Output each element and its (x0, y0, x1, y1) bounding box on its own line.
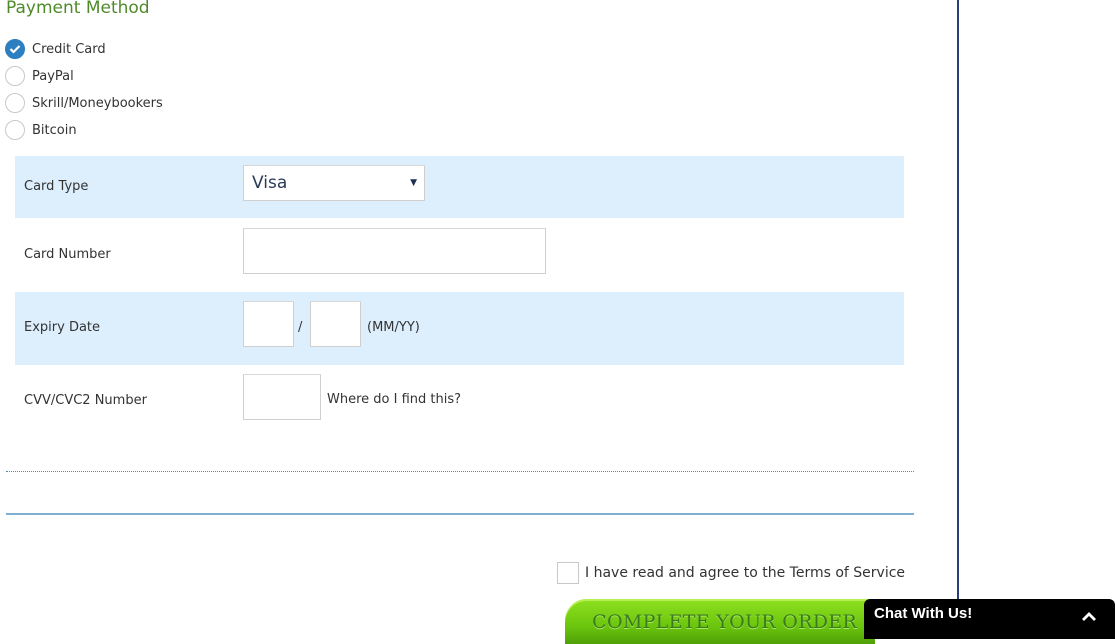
chat-widget[interactable]: Chat With Us! (864, 599, 1115, 639)
radio-label: Bitcoin (32, 122, 77, 138)
radio-label: Skrill/Moneybookers (32, 95, 163, 111)
radio-credit-card[interactable]: Credit Card (5, 38, 106, 60)
expiry-format-hint: (MM/YY) (367, 320, 420, 335)
card-type-label: Card Type (24, 179, 89, 194)
cvv-label: CVV/CVC2 Number (24, 393, 147, 408)
dropdown-arrow-icon: ▼ (410, 178, 417, 188)
card-number-label: Card Number (24, 247, 111, 262)
expiry-date-row (15, 292, 904, 365)
card-type-value: Visa (252, 173, 288, 193)
expiry-separator: / (298, 320, 303, 335)
radio-icon[interactable] (5, 66, 25, 86)
terms-checkbox[interactable] (557, 562, 579, 584)
radio-bitcoin[interactable]: Bitcoin (5, 119, 77, 141)
card-type-row (15, 156, 904, 218)
chat-label: Chat With Us! (874, 605, 973, 622)
radio-skrill[interactable]: Skrill/Moneybookers (5, 92, 163, 114)
radio-icon[interactable] (5, 120, 25, 140)
cvv-input[interactable] (243, 374, 321, 420)
radio-label: PayPal (32, 68, 74, 84)
radio-icon[interactable] (5, 93, 25, 113)
expiry-month-input[interactable] (243, 301, 294, 347)
chevron-up-icon[interactable] (1081, 607, 1097, 626)
terms-agreement: I have read and agree to the Terms of Se… (557, 562, 905, 584)
card-type-select[interactable]: Visa ▼ (243, 165, 425, 201)
terms-label: I have read and agree to the Terms of Se… (585, 565, 906, 581)
complete-order-label: COMPLETE YOUR ORDER (592, 610, 857, 633)
radio-label: Credit Card (32, 41, 106, 57)
section-divider (6, 513, 914, 515)
radio-paypal[interactable]: PayPal (5, 65, 74, 87)
card-number-input[interactable] (243, 228, 546, 274)
complete-order-button[interactable]: COMPLETE YOUR ORDER (565, 599, 875, 644)
payment-method-title: Payment Method (6, 0, 150, 18)
radio-checked-icon[interactable] (5, 39, 25, 59)
expiry-year-input[interactable] (310, 301, 361, 347)
cvv-help-link[interactable]: Where do I find this? (327, 392, 461, 407)
dotted-divider (6, 471, 914, 472)
sidebar-divider (957, 0, 959, 600)
expiry-date-label: Expiry Date (24, 320, 101, 335)
